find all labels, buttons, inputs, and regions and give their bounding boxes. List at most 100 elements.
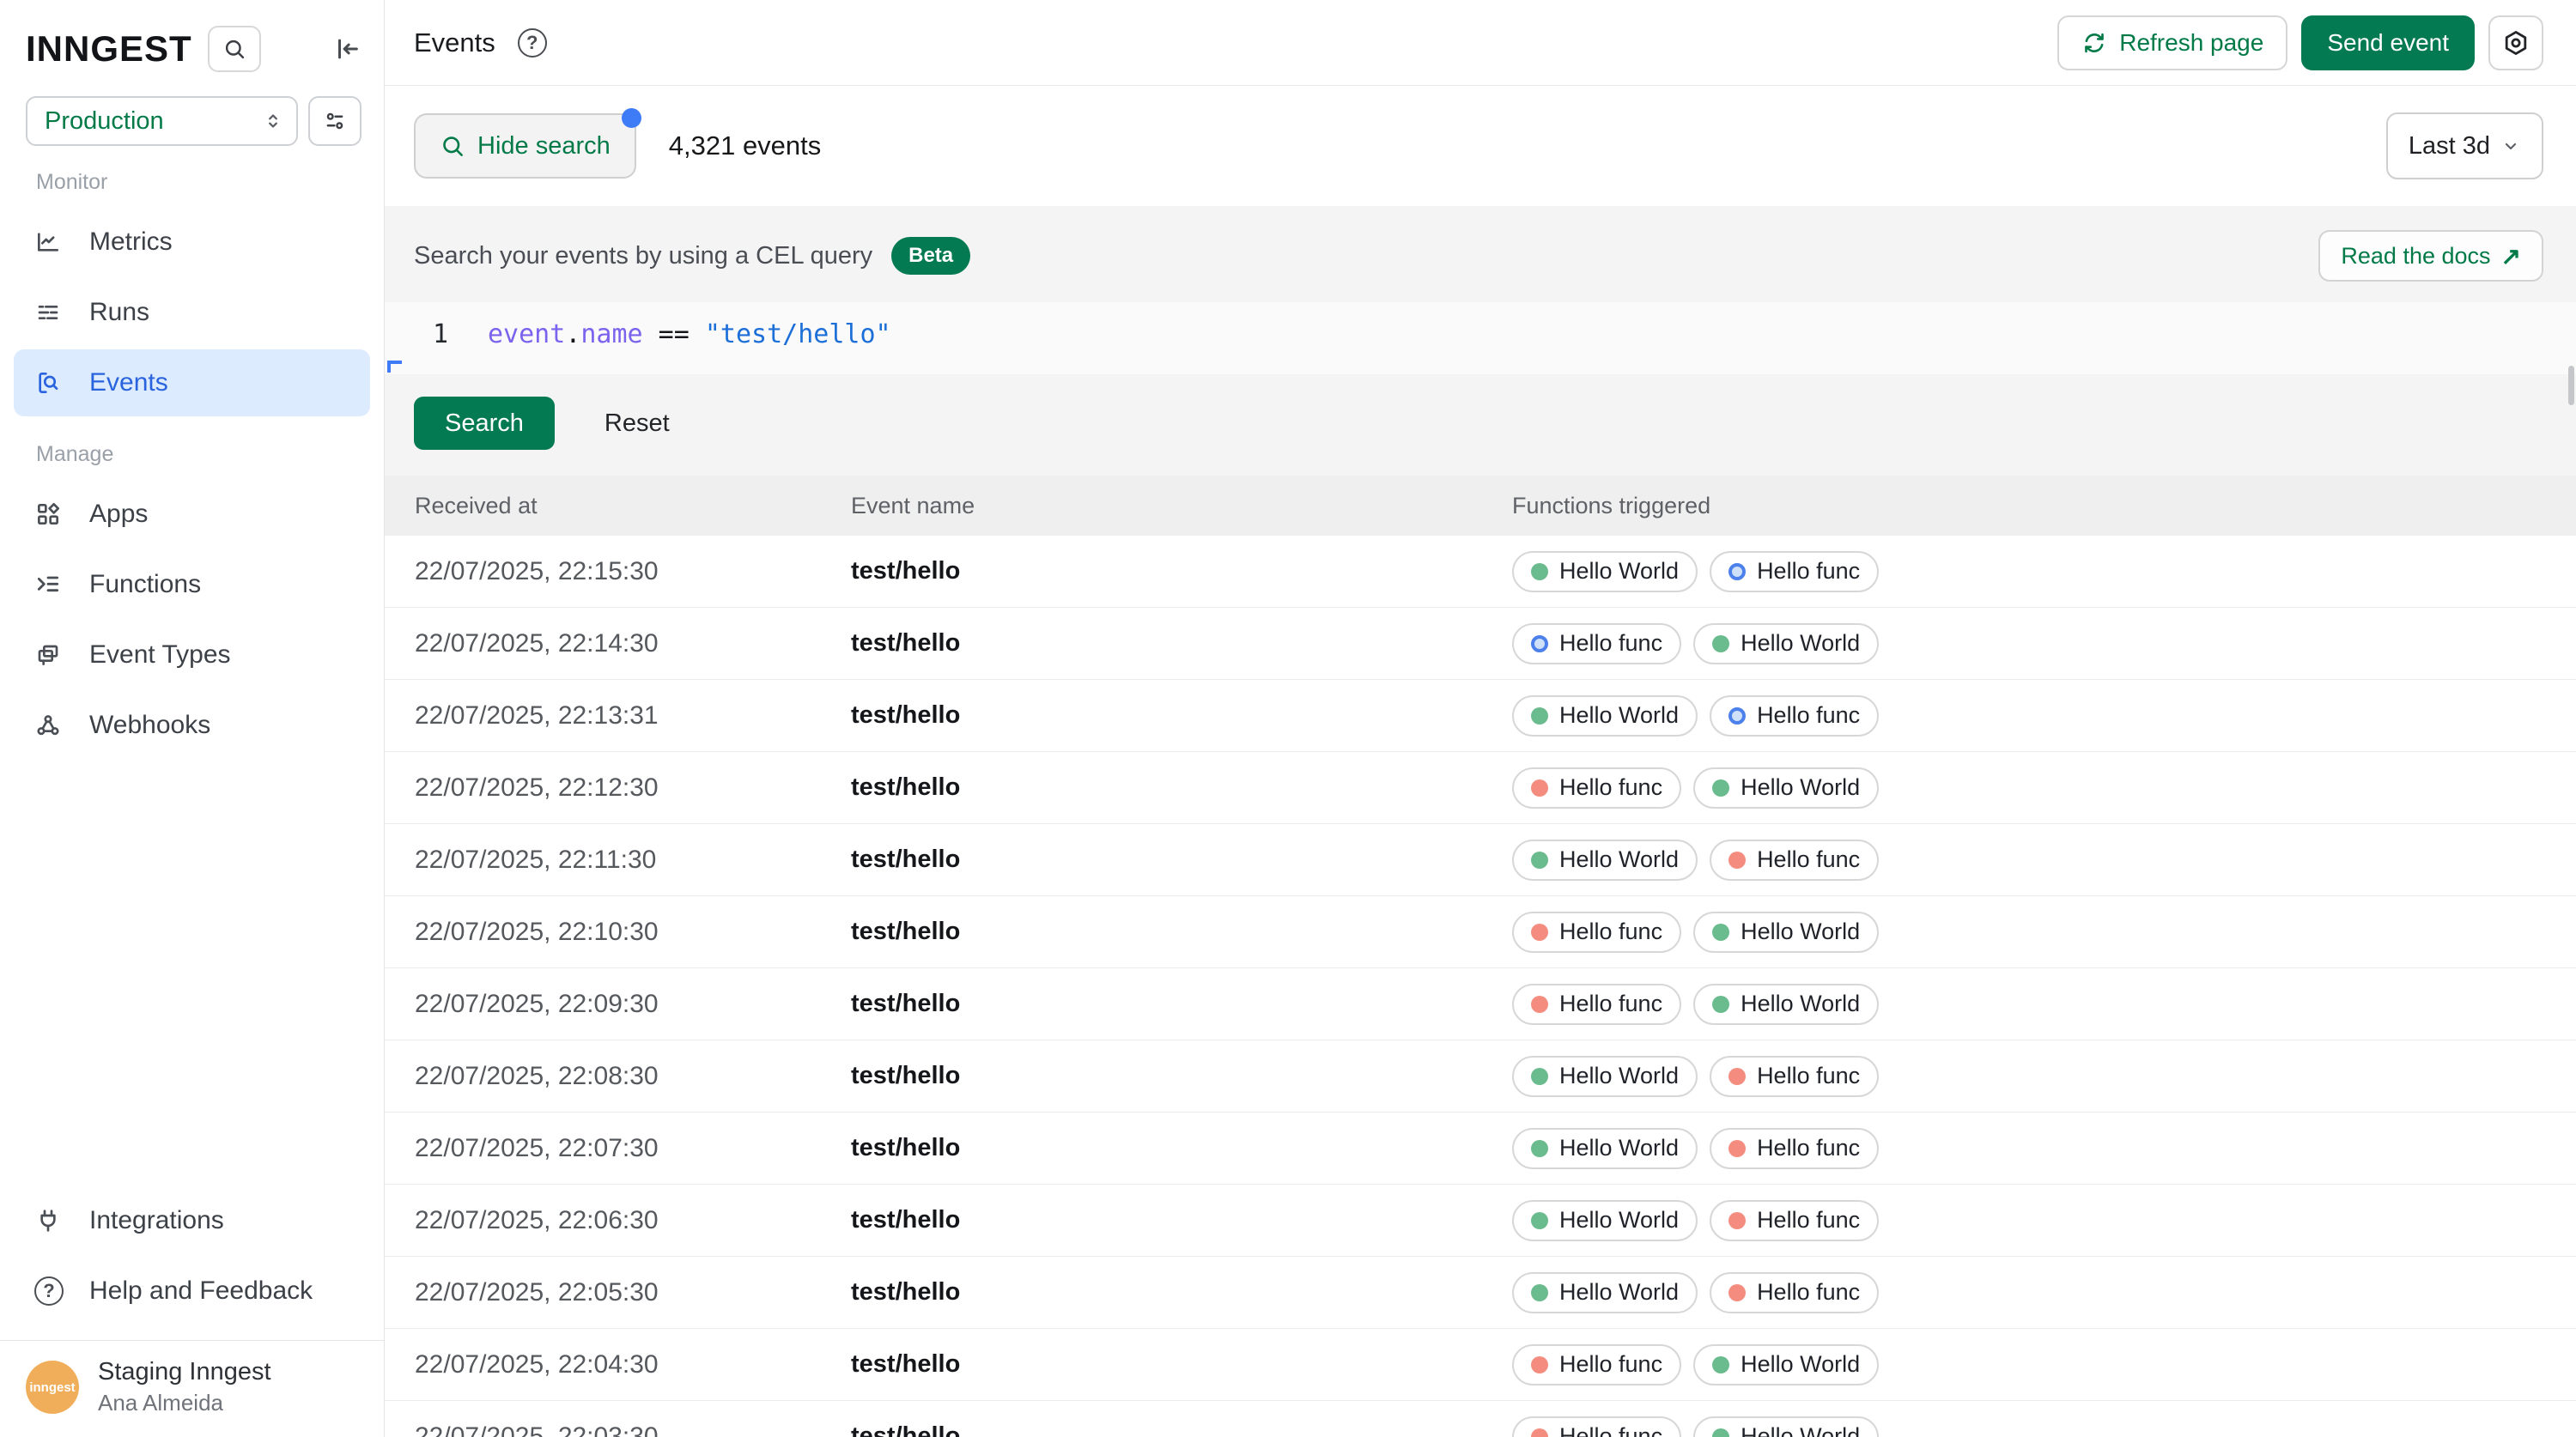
function-badge[interactable]: Hello func <box>1710 695 1879 737</box>
function-badge[interactable]: Hello func <box>1512 912 1681 953</box>
sidebar-item-events[interactable]: Events <box>14 349 370 416</box>
hide-search-button[interactable]: Hide search <box>414 113 636 179</box>
table-row[interactable]: 22/07/2025, 22:14:30 test/hello Hello fu… <box>385 608 2576 680</box>
read-docs-button[interactable]: Read the docs ↗ <box>2318 230 2543 282</box>
global-search-button[interactable] <box>208 26 261 72</box>
function-name: Hello World <box>1741 630 1860 657</box>
sidebar-logo-row: INNGEST <box>0 0 384 86</box>
environment-selector[interactable]: Production <box>26 96 298 146</box>
cel-query-editor[interactable]: 1 event.name == "test/hello" <box>385 302 2576 374</box>
function-badge[interactable]: Hello World <box>1693 912 1879 953</box>
status-dot-running <box>1728 707 1746 725</box>
function-badge[interactable]: Hello World <box>1693 1344 1879 1385</box>
status-dot-failed <box>1728 1068 1746 1085</box>
page-help-button[interactable]: ? <box>518 28 547 58</box>
status-dot-completed <box>1531 1068 1548 1085</box>
status-dot-failed <box>1531 996 1548 1013</box>
time-range-value: Last 3d <box>2409 132 2490 161</box>
cel-panel-title: Search your events by using a CEL query <box>414 242 872 270</box>
status-dot-running <box>1728 563 1746 580</box>
status-dot-completed <box>1712 779 1729 797</box>
nav-section-monitor: Monitor <box>14 170 370 209</box>
sidebar-item-event-types[interactable]: Event Types <box>14 621 370 688</box>
function-badge[interactable]: Hello func <box>1710 1200 1879 1241</box>
table-row[interactable]: 22/07/2025, 22:08:30 test/hello Hello Wo… <box>385 1040 2576 1113</box>
collapse-sidebar-button[interactable] <box>332 34 361 64</box>
table-row[interactable]: 22/07/2025, 22:06:30 test/hello Hello Wo… <box>385 1185 2576 1257</box>
received-at-cell: 22/07/2025, 22:13:31 <box>415 701 851 731</box>
sidebar-item-metrics[interactable]: Metrics <box>14 209 370 276</box>
function-badge[interactable]: Hello func <box>1710 840 1879 881</box>
function-badge[interactable]: Hello func <box>1710 1128 1879 1169</box>
function-badge[interactable]: Hello World <box>1512 1272 1698 1313</box>
settings-button[interactable] <box>2488 15 2543 70</box>
collapse-sidebar-icon <box>332 34 361 64</box>
reset-button[interactable]: Reset <box>605 409 670 438</box>
table-row[interactable]: 22/07/2025, 22:07:30 test/hello Hello Wo… <box>385 1113 2576 1185</box>
function-badge[interactable]: Hello World <box>1512 551 1698 592</box>
search-icon <box>440 133 465 159</box>
function-name: Hello func <box>1757 1207 1860 1234</box>
function-badge[interactable]: Hello World <box>1693 1416 1879 1437</box>
status-dot-failed <box>1531 924 1548 941</box>
received-at-cell: 22/07/2025, 22:10:30 <box>415 918 851 947</box>
search-button[interactable]: Search <box>414 397 555 450</box>
function-badge[interactable]: Hello func <box>1512 984 1681 1025</box>
table-row[interactable]: 22/07/2025, 22:12:30 test/hello Hello fu… <box>385 752 2576 824</box>
table-row[interactable]: 22/07/2025, 22:05:30 test/hello Hello Wo… <box>385 1257 2576 1329</box>
sidebar-item-functions[interactable]: Functions <box>14 551 370 618</box>
function-badge[interactable]: Hello func <box>1512 1416 1681 1437</box>
sidebar-item-help-feedback[interactable]: ? Help and Feedback <box>14 1258 370 1325</box>
function-badge[interactable]: Hello func <box>1512 1344 1681 1385</box>
hide-search-label: Hide search <box>477 132 611 161</box>
function-badge[interactable]: Hello World <box>1512 840 1698 881</box>
event-name-cell: test/hello <box>851 1350 1512 1379</box>
table-row[interactable]: 22/07/2025, 22:10:30 test/hello Hello fu… <box>385 896 2576 968</box>
scrollbar-thumb[interactable] <box>2568 366 2574 405</box>
table-row[interactable]: 22/07/2025, 22:15:30 test/hello Hello Wo… <box>385 536 2576 608</box>
function-badge[interactable]: Hello World <box>1693 767 1879 809</box>
function-badge[interactable]: Hello func <box>1710 1272 1879 1313</box>
read-docs-label: Read the docs <box>2341 243 2490 270</box>
table-row[interactable]: 22/07/2025, 22:09:30 test/hello Hello fu… <box>385 968 2576 1040</box>
event-name-cell: test/hello <box>851 1062 1512 1090</box>
account-menu[interactable]: inngest Staging Inngest Ana Almeida <box>0 1340 384 1437</box>
sidebar-item-webhooks[interactable]: Webhooks <box>14 692 370 759</box>
function-name: Hello World <box>1559 1135 1679 1161</box>
search-icon <box>222 37 246 61</box>
function-badge[interactable]: Hello World <box>1512 1128 1698 1169</box>
time-range-selector[interactable]: Last 3d <box>2386 112 2543 179</box>
table-row[interactable]: 22/07/2025, 22:04:30 test/hello Hello fu… <box>385 1329 2576 1401</box>
table-row[interactable]: 22/07/2025, 22:13:31 test/hello Hello Wo… <box>385 680 2576 752</box>
refresh-page-button[interactable]: Refresh page <box>2057 15 2287 70</box>
function-name: Hello World <box>1559 846 1679 873</box>
function-badge[interactable]: Hello World <box>1512 695 1698 737</box>
send-event-button[interactable]: Send event <box>2301 15 2475 70</box>
table-row[interactable]: 22/07/2025, 22:11:30 test/hello Hello Wo… <box>385 824 2576 896</box>
cel-panel-actions: Search Reset <box>385 374 2576 476</box>
refresh-icon <box>2081 30 2107 56</box>
function-badge[interactable]: Hello World <box>1693 623 1879 664</box>
function-badge[interactable]: Hello func <box>1512 623 1681 664</box>
sidebar-item-apps[interactable]: Apps <box>14 481 370 548</box>
table-row[interactable]: 22/07/2025, 22:03:30 test/hello Hello fu… <box>385 1401 2576 1437</box>
sidebar-item-runs[interactable]: Runs <box>14 279 370 346</box>
function-badge[interactable]: Hello func <box>1512 767 1681 809</box>
sidebar-item-label: Metrics <box>89 227 173 257</box>
column-functions-triggered: Functions triggered <box>1512 493 2576 519</box>
received-at-cell: 22/07/2025, 22:07:30 <box>415 1134 851 1163</box>
sidebar-item-integrations[interactable]: Integrations <box>14 1187 370 1254</box>
status-dot-completed <box>1712 1428 1729 1437</box>
event-types-icon <box>34 640 64 670</box>
function-badge[interactable]: Hello World <box>1693 984 1879 1025</box>
function-badge[interactable]: Hello World <box>1512 1056 1698 1097</box>
filter-icon <box>323 109 347 133</box>
environment-filter-button[interactable] <box>308 96 361 146</box>
function-badge[interactable]: Hello World <box>1512 1200 1698 1241</box>
status-dot-completed <box>1712 996 1729 1013</box>
function-badge[interactable]: Hello func <box>1710 1056 1879 1097</box>
status-dot-completed <box>1531 1140 1548 1157</box>
chevron-down-icon <box>2500 136 2521 156</box>
function-badge[interactable]: Hello func <box>1710 551 1879 592</box>
column-event-name: Event name <box>851 493 1512 519</box>
